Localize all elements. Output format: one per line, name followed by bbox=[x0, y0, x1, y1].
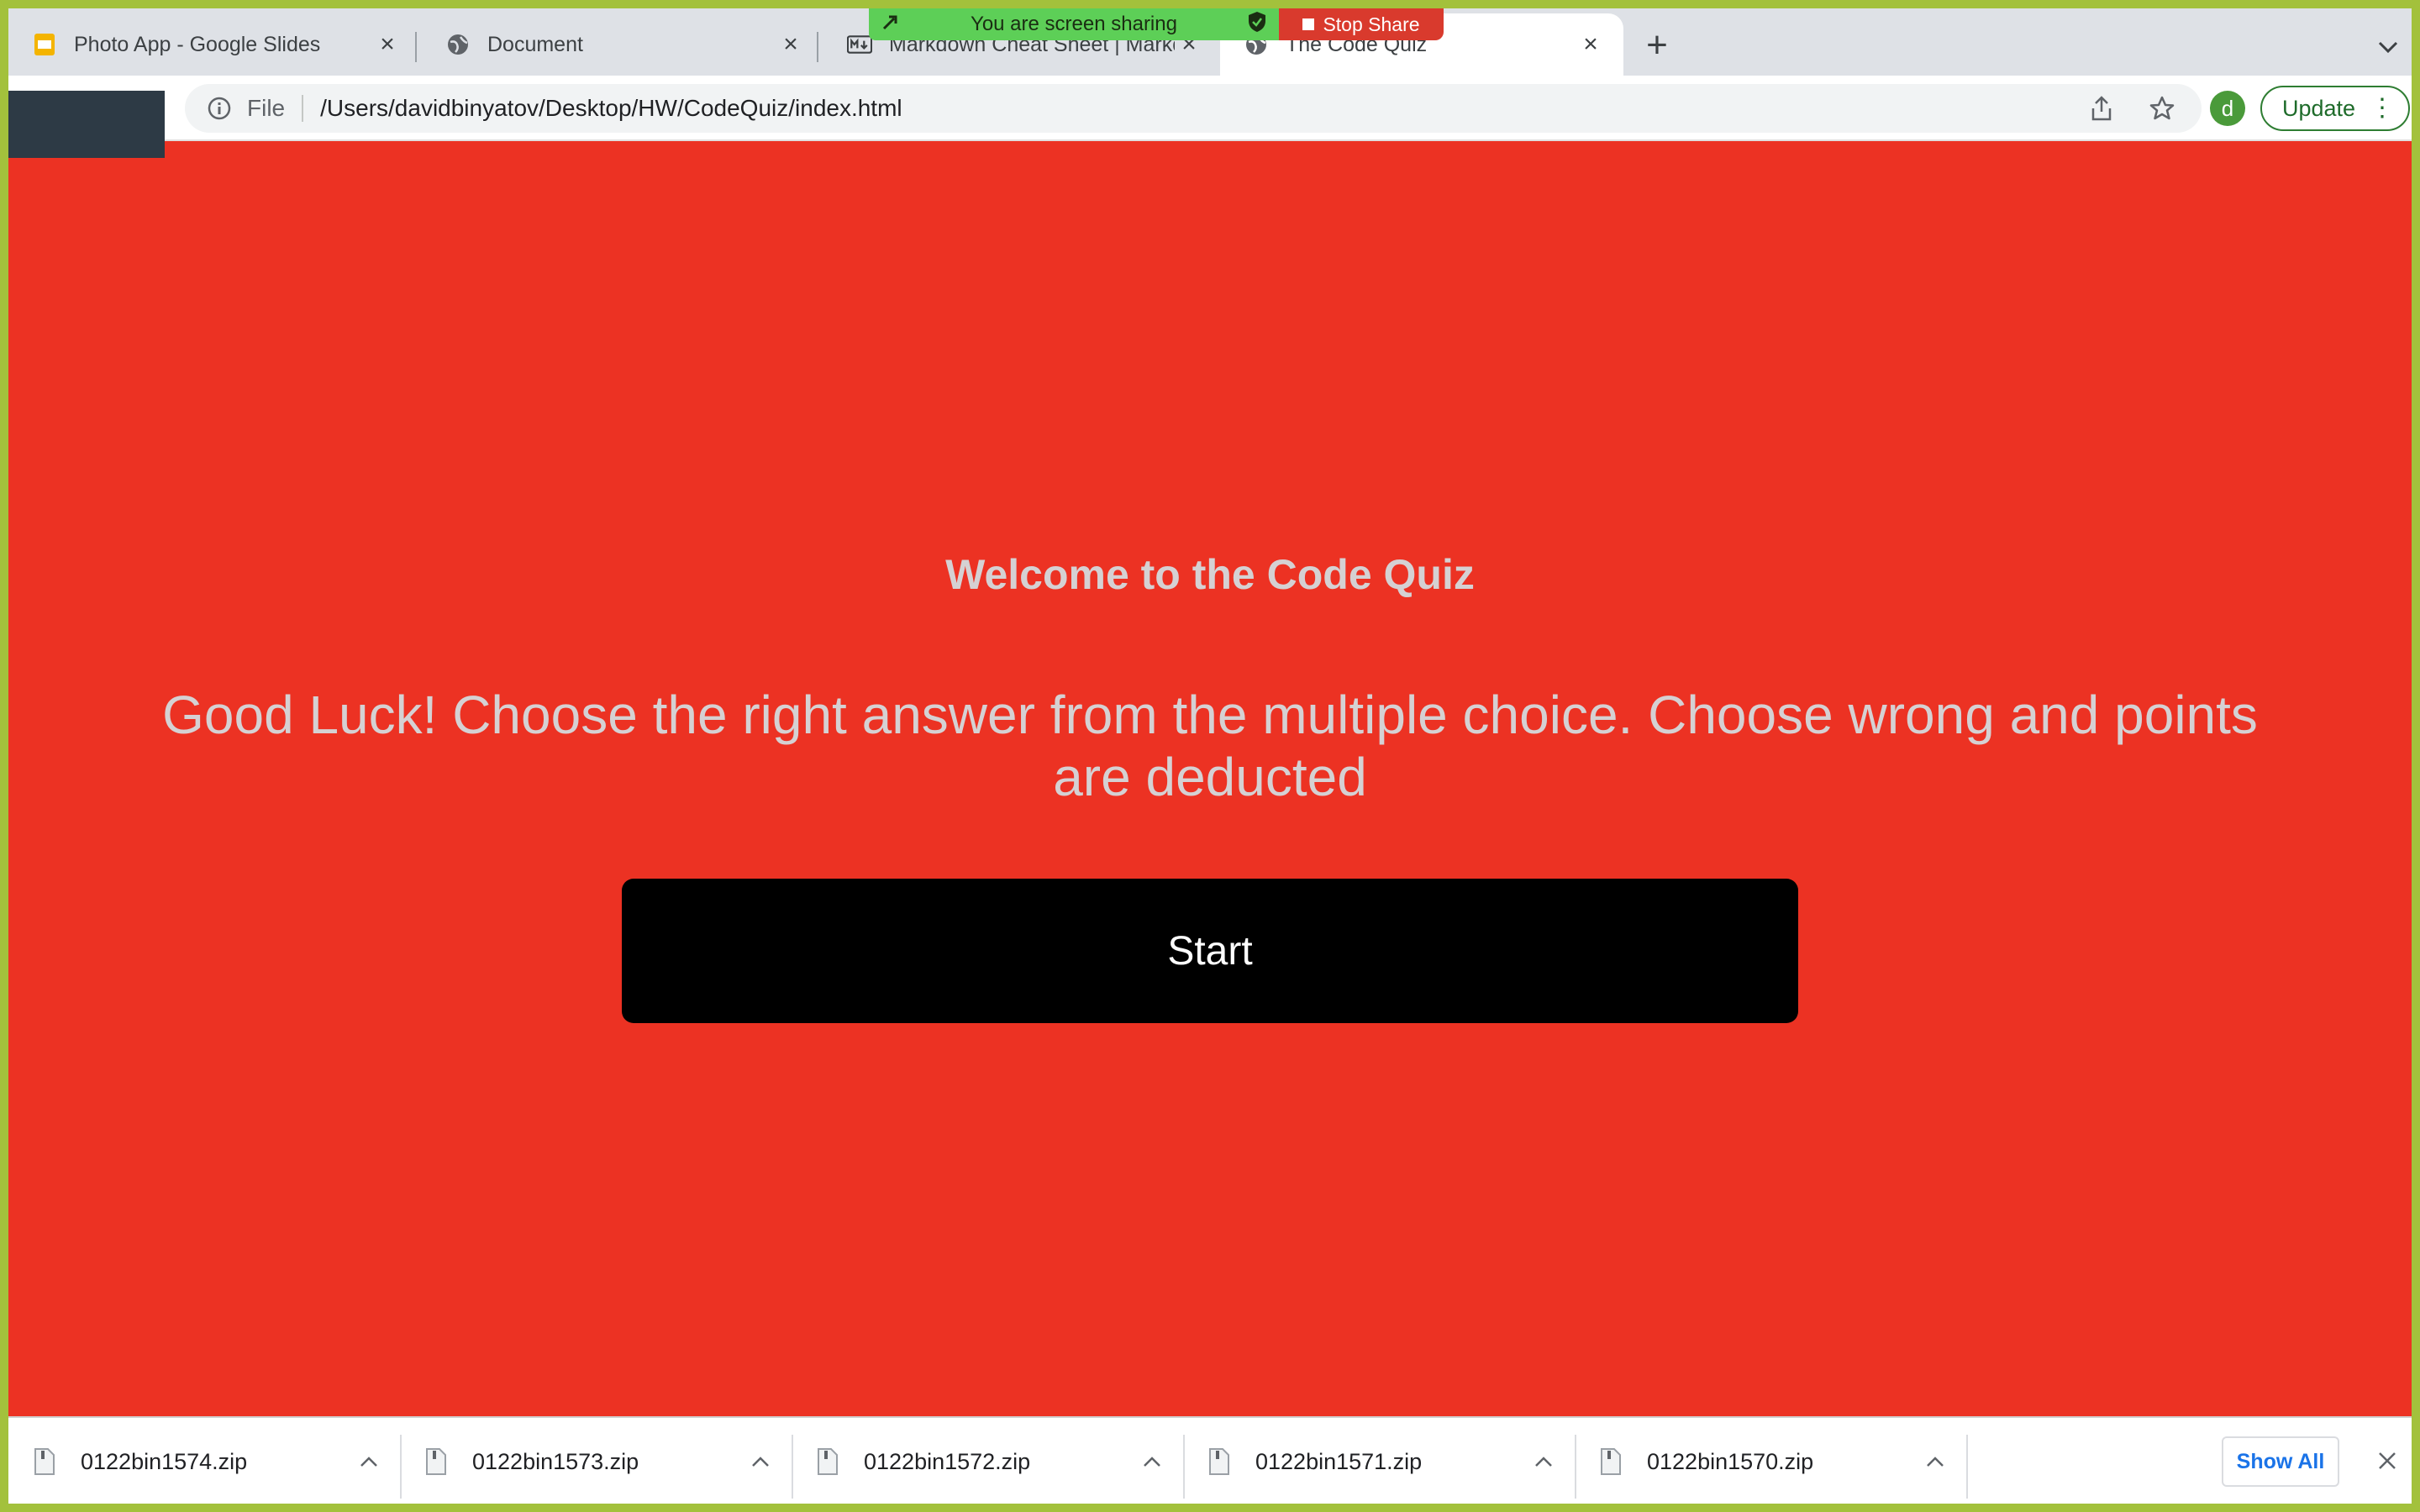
download-item[interactable]: 0122bin1570.zip bbox=[1575, 1418, 1966, 1504]
tab-title: Photo App - Google Slides bbox=[74, 32, 321, 56]
stop-share-label: Stop Share bbox=[1323, 13, 1420, 35]
share-icon[interactable] bbox=[2087, 94, 2116, 123]
url-scheme-label: File bbox=[247, 95, 286, 121]
page-title: Welcome to the Code Quiz bbox=[945, 551, 1475, 598]
update-label: Update bbox=[2282, 95, 2356, 121]
download-item[interactable]: 0122bin1572.zip bbox=[792, 1418, 1183, 1504]
update-button[interactable]: Update ⋮ bbox=[2260, 86, 2410, 131]
file-icon bbox=[34, 1447, 55, 1476]
tab-separator bbox=[415, 32, 417, 62]
profile-avatar[interactable]: d bbox=[2210, 91, 2245, 126]
chevron-up-icon[interactable] bbox=[1139, 1449, 1165, 1474]
start-button[interactable]: Start bbox=[622, 879, 1798, 1023]
download-item[interactable]: 0122bin1571.zip bbox=[1183, 1418, 1575, 1504]
new-tab-button[interactable]: + bbox=[1640, 24, 1674, 66]
kebab-menu-icon[interactable]: ⋮ bbox=[2370, 96, 2395, 121]
file-icon bbox=[1208, 1447, 1230, 1476]
downloads-shelf: 0122bin1574.zip 0122bin1573.zip 0122bin1… bbox=[8, 1416, 2412, 1504]
chevron-up-icon[interactable] bbox=[748, 1449, 773, 1474]
download-filename: 0122bin1574.zip bbox=[81, 1448, 248, 1474]
tab-separator bbox=[817, 32, 818, 62]
tab-google-slides[interactable]: Photo App - Google Slides × bbox=[8, 13, 420, 76]
screen-share-status: You are screen sharing bbox=[869, 8, 1279, 40]
download-item[interactable]: 0122bin1574.zip bbox=[8, 1418, 400, 1504]
browser-window: Photo App - Google Slides × Document × M… bbox=[8, 8, 2412, 1504]
bookmark-star-icon[interactable] bbox=[2148, 94, 2176, 123]
quiz-instructions: Good Luck! Choose the right answer from … bbox=[162, 685, 2258, 807]
close-icon[interactable]: × bbox=[373, 30, 402, 59]
chevron-down-icon[interactable] bbox=[2371, 30, 2405, 64]
navigation-overlay bbox=[8, 91, 165, 158]
file-icon bbox=[817, 1447, 839, 1476]
share-arrow-icon bbox=[881, 12, 901, 38]
address-bar[interactable]: File /Users/davidbinyatov/Desktop/HW/Cod… bbox=[185, 84, 2202, 133]
download-filename: 0122bin1570.zip bbox=[1647, 1448, 1814, 1474]
quiz-page: Welcome to the Code Quiz Good Luck! Choo… bbox=[8, 141, 2412, 1425]
globe-icon bbox=[445, 32, 471, 57]
url-text[interactable]: /Users/davidbinyatov/Desktop/HW/CodeQuiz… bbox=[320, 95, 902, 122]
screen-share-banner: You are screen sharing Stop Share bbox=[869, 8, 1444, 40]
file-icon bbox=[425, 1447, 447, 1476]
tab-title: Document bbox=[487, 32, 583, 56]
chevron-up-icon[interactable] bbox=[1923, 1449, 1948, 1474]
browser-toolbar: File /Users/davidbinyatov/Desktop/HW/Cod… bbox=[8, 76, 2412, 141]
tab-document[interactable]: Document × bbox=[422, 13, 823, 76]
close-icon[interactable]: × bbox=[1576, 30, 1605, 59]
download-filename: 0122bin1572.zip bbox=[864, 1448, 1031, 1474]
address-divider bbox=[302, 95, 304, 122]
info-icon[interactable] bbox=[207, 96, 232, 121]
download-item[interactable]: 0122bin1573.zip bbox=[400, 1418, 792, 1504]
file-icon bbox=[1600, 1447, 1622, 1476]
chevron-up-icon[interactable] bbox=[1531, 1449, 1556, 1474]
download-filename: 0122bin1571.zip bbox=[1255, 1448, 1423, 1474]
address-bar-actions bbox=[2087, 94, 2176, 123]
chevron-up-icon[interactable] bbox=[356, 1449, 381, 1474]
download-separator bbox=[1966, 1435, 1968, 1499]
shield-check-icon bbox=[1247, 11, 1267, 39]
screen-share-message: You are screen sharing bbox=[971, 13, 1177, 35]
download-filename: 0122bin1573.zip bbox=[472, 1448, 639, 1474]
stop-share-button[interactable]: Stop Share bbox=[1279, 8, 1444, 40]
show-all-downloads-button[interactable]: Show All bbox=[2222, 1436, 2339, 1487]
close-icon[interactable]: × bbox=[776, 30, 805, 59]
close-icon[interactable] bbox=[2373, 1446, 2402, 1475]
slides-icon bbox=[32, 32, 57, 57]
stop-icon bbox=[1302, 18, 1315, 30]
